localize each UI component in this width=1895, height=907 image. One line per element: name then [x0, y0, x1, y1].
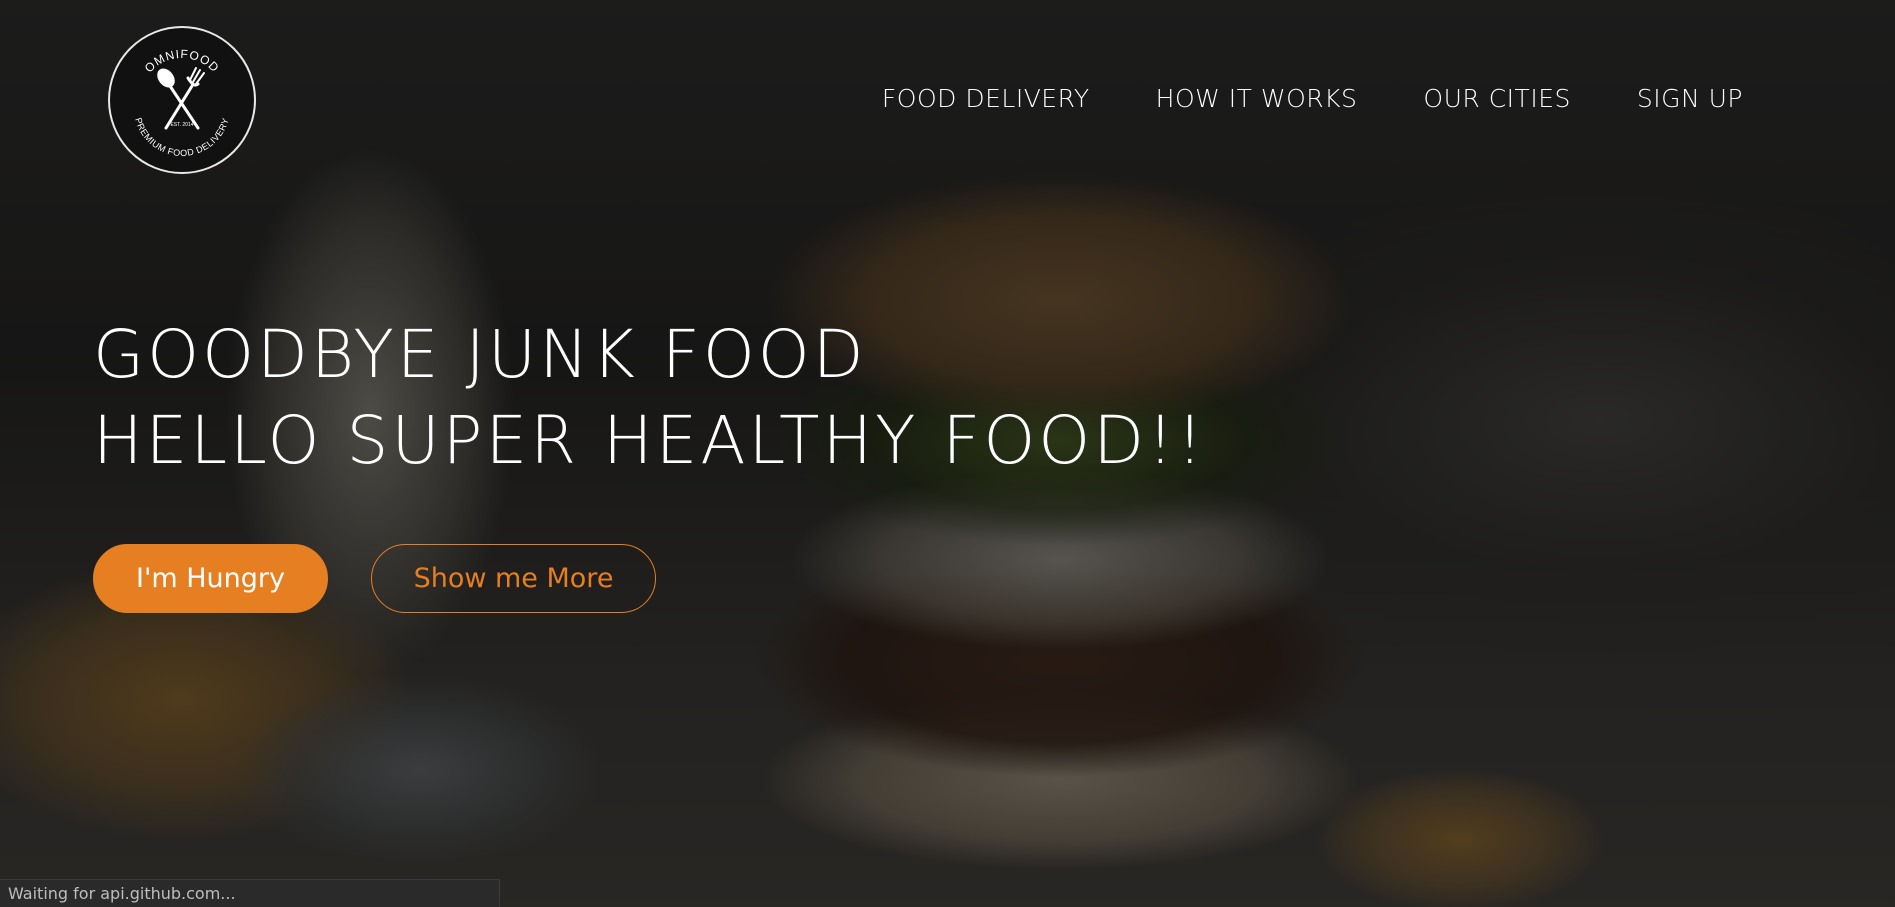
svg-text:OMNIFOOD: OMNIFOOD [142, 47, 223, 75]
im-hungry-button[interactable]: I'm Hungry [93, 544, 328, 613]
hero-headline-line-2: HELLO SUPER HEALTHY FOOD!! [93, 402, 1206, 479]
hero-section: OMNIFOOD PREMIUM FOOD DELIVERY EST. 2014… [0, 0, 1895, 907]
logo-emblem-icon: OMNIFOOD PREMIUM FOOD DELIVERY EST. 2014 [133, 47, 230, 158]
main-navigation: FOOD DELIVERY HOW IT WORKS OUR CITIES SI… [882, 82, 1743, 116]
show-me-more-button[interactable]: Show me More [371, 544, 656, 613]
site-header: OMNIFOOD PREMIUM FOOD DELIVERY EST. 2014… [0, 0, 1895, 200]
hero-headline: GOODBYE JUNK FOOD HELLO SUPER HEALTHY FO… [93, 312, 1206, 484]
logo-brand-text: OMNIFOOD [142, 47, 222, 75]
nav-food-delivery[interactable]: FOOD DELIVERY [882, 82, 1090, 116]
nav-our-cities[interactable]: OUR CITIES [1423, 82, 1570, 116]
hero-headline-line-1: GOODBYE JUNK FOOD [93, 316, 867, 393]
nav-how-it-works[interactable]: HOW IT WORKS [1156, 82, 1358, 116]
logo-est-text: EST. 2014 [170, 122, 193, 128]
omnifood-logo[interactable]: OMNIFOOD PREMIUM FOOD DELIVERY EST. 2014 [108, 26, 256, 174]
nav-sign-up[interactable]: SIGN UP [1637, 82, 1743, 116]
browser-status-bar: Waiting for api.github.com... [0, 879, 500, 907]
